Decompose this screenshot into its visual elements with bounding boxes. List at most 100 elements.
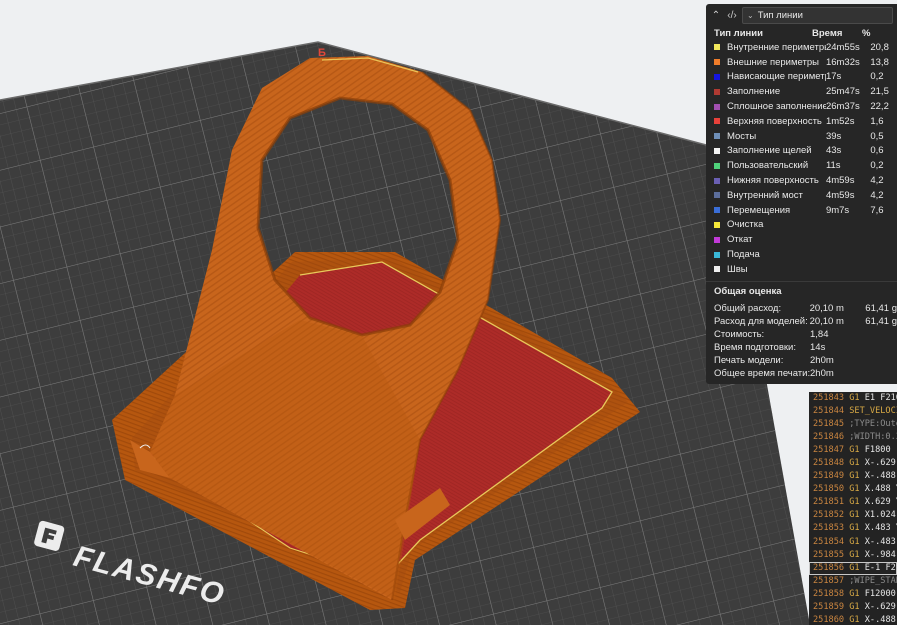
gcode-line[interactable]: 251847 G1 F1800: [809, 444, 897, 457]
gcode-command: G1: [849, 588, 865, 599]
legend-row[interactable]: Мосты 39s 0,5: [706, 129, 897, 144]
gcode-command: G1: [849, 497, 865, 508]
gcode-args: F12000: [864, 588, 896, 599]
gcode-line[interactable]: 251849 G1 X-.488 Y: [809, 470, 897, 483]
legend-row[interactable]: Швы: [706, 262, 897, 277]
gcode-line-number: 251846: [813, 432, 850, 443]
legend-row-time: 9m7s: [825, 204, 850, 216]
gcode-line[interactable]: 251858 G1 F12000: [809, 588, 897, 601]
gcode-line[interactable]: 251856 G1 E-1 F2100: [809, 561, 897, 575]
legend-row[interactable]: Внутренние периметры 24m55s 20,8: [706, 40, 897, 55]
gcode-args: F1800: [864, 445, 891, 456]
gcode-command: G1: [849, 510, 865, 521]
gcode-command: G1: [849, 484, 865, 495]
color-swatch: [714, 266, 720, 273]
gcode-line[interactable]: 251852 G1 X1.024 Y: [809, 509, 897, 522]
gcode-line[interactable]: 251844 SET_VELOCITY: [809, 405, 897, 418]
view-type-label: Тип линии: [757, 9, 803, 21]
legend-row[interactable]: Подача: [706, 247, 897, 262]
gcode-line[interactable]: 251855 G1 X-.984 Y: [809, 549, 897, 562]
gcode-line[interactable]: 251851 G1 X.629 Y: [809, 496, 897, 509]
legend-row-label: Откат: [714, 234, 826, 245]
color-swatch: [714, 207, 720, 214]
legend-row-time: 24m55s: [825, 41, 860, 53]
gcode-args: X-.483 Y: [864, 536, 897, 547]
gcode-line[interactable]: 251859 G1 X-.629 Y: [809, 601, 897, 614]
gcode-args: X-.629 Y: [864, 601, 897, 612]
gcode-line[interactable]: 251850 G1 X.488 Y: [809, 483, 897, 496]
legend-row[interactable]: Нижняя поверхность 4m59s 4,2: [706, 173, 897, 188]
legend-row[interactable]: Внешние периметры 16m32s 13,8: [706, 55, 897, 70]
gcode-line-number: 251844: [813, 406, 850, 417]
gcode-icon[interactable]: ‹/›: [726, 10, 738, 21]
gcode-panel[interactable]: 251843 G1 E1 F2100251844 SET_VELOCITY 25…: [809, 392, 897, 625]
gcode-line[interactable]: 251854 G1 X-.483 Y: [809, 536, 897, 549]
summary-row: Общее время печати: 2h0m: [706, 367, 897, 380]
legend-row-time: 4m59s: [825, 175, 855, 187]
legend-panel: ⌃ ‹/› ⌄ Тип линии Тип линии Время % Внут…: [706, 4, 897, 384]
legend-row[interactable]: Заполнение щелей 43s 0,6: [706, 144, 897, 159]
header-pct: %: [862, 27, 871, 39]
gcode-line-number: 251843: [813, 393, 850, 403]
color-swatch: [714, 177, 720, 184]
gcode-command: G1: [849, 445, 865, 456]
legend-row[interactable]: Заполнение 25m47s 21,5: [706, 84, 897, 99]
gcode-line[interactable]: 251848 G1 X-.629 Y: [809, 457, 897, 470]
color-swatch: [714, 88, 720, 95]
summary-label: Стоимость:: [714, 328, 765, 340]
legend-row[interactable]: Перемещения 9m7s 7,6: [706, 203, 897, 218]
legend-row-time: 43s: [825, 145, 842, 157]
gcode-line-number: 251851: [813, 497, 850, 508]
gcode-line[interactable]: 251846 ;WIDTH:0.3: [809, 431, 897, 444]
gcode-comment: ;WIDTH:0.3: [849, 432, 897, 443]
legend-row-label: Швы: [714, 264, 826, 275]
gcode-line[interactable]: 251857 ;WIPE_START: [809, 575, 897, 588]
summary-row: Расход для моделей: 20,10 m 61,41 g: [706, 315, 897, 328]
summary-weight: 61,41 g: [865, 302, 897, 314]
legend-row-pct: 0,2: [870, 160, 884, 172]
legend-row-label: Внешние периметры: [714, 57, 826, 68]
collapse-icon[interactable]: ⌃: [710, 10, 722, 21]
gcode-command: G1: [849, 458, 865, 469]
legend-row[interactable]: Пользовательский 11s 0,2: [706, 158, 897, 173]
summary-label: Время подготовки:: [714, 341, 796, 353]
legend-row[interactable]: Сплошное заполнение 26m37s 22,2: [706, 99, 897, 114]
legend-row[interactable]: Нависающие периметры 17s 0,2: [706, 70, 897, 85]
color-swatch: [714, 251, 720, 258]
gcode-line[interactable]: 251845 ;TYPE:Outer: [809, 418, 897, 431]
gcode-command: G1: [849, 614, 865, 625]
gcode-line[interactable]: 251843 G1 E1 F2100: [809, 392, 897, 405]
legend-row-label: Нижняя поверхность: [714, 175, 826, 186]
gcode-line[interactable]: 251853 G1 X.483 Y: [809, 522, 897, 535]
legend-row-label: Перемещения: [714, 205, 826, 216]
gcode-args: X.488 Y: [864, 484, 897, 495]
legend-row[interactable]: Очистка: [706, 218, 897, 233]
summary-row: Стоимость: 1,84: [706, 328, 897, 341]
legend-row-label: Нависающие периметры: [714, 71, 826, 82]
legend-row-label: Подача: [714, 249, 826, 260]
summary-value: 2h0m: [810, 354, 834, 366]
gcode-line-number: 251860: [813, 614, 850, 625]
gcode-line-number: 251849: [813, 471, 850, 482]
color-swatch: [714, 221, 720, 228]
gcode-line-number: 251859: [813, 601, 850, 612]
legend-row-label: Сплошное заполнение: [714, 101, 826, 112]
gcode-line-number: 251845: [813, 419, 850, 430]
summary-row: Общий расход: 20,10 m 61,41 g: [706, 302, 897, 315]
summary-rows: Общий расход: 20,10 m 61,41 g Расход для мо…: [706, 302, 897, 380]
legend-row-time: 1m52s: [825, 115, 855, 127]
legend-row[interactable]: Откат: [706, 232, 897, 247]
gcode-args: X-.488 Y: [864, 471, 897, 482]
gcode-args: X-.488 Y: [864, 614, 897, 625]
legend-row[interactable]: Верхняя поверхность 1m52s 1,6: [706, 114, 897, 129]
legend-toolbar: ⌃ ‹/› ⌄ Тип линии: [706, 4, 897, 26]
gcode-command: G1: [849, 536, 865, 547]
gcode-args: X-.629 Y: [864, 458, 897, 469]
legend-row-label: Мосты: [714, 131, 826, 142]
legend-row[interactable]: Внутренний мост 4m59s 4,2: [706, 188, 897, 203]
view-type-dropdown[interactable]: ⌄ Тип линии: [742, 6, 893, 24]
gcode-command: G1: [849, 523, 865, 534]
plate-mark: Б: [318, 47, 326, 59]
legend-row-time: 25m47s: [825, 86, 860, 98]
gcode-line[interactable]: 251860 G1 X-.488 Y: [809, 614, 897, 625]
